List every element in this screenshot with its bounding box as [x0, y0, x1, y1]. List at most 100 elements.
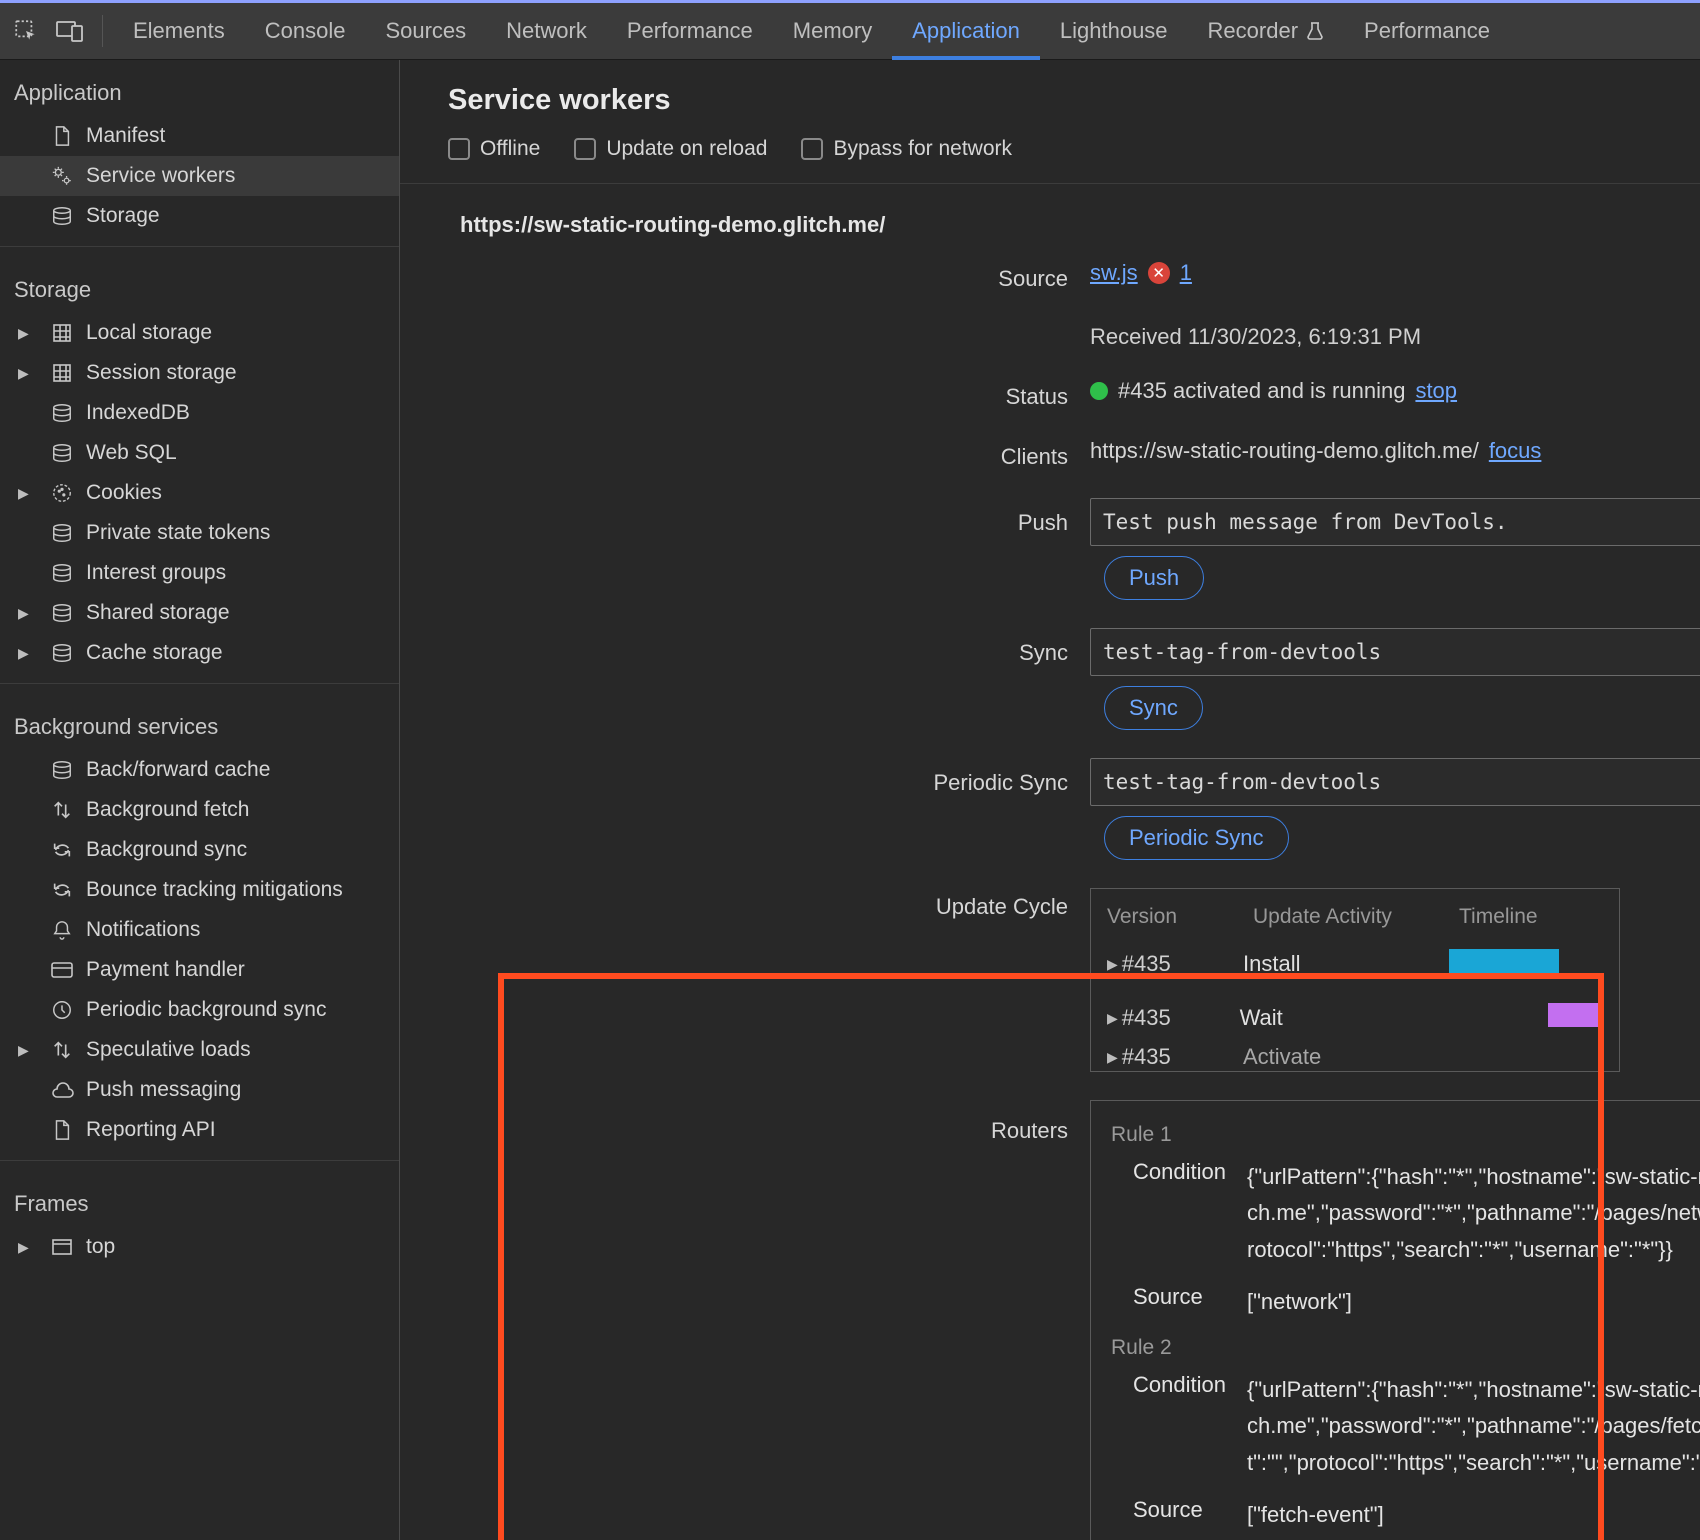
update-cycle-key: Update Cycle — [690, 888, 1090, 920]
sidebar-item-bounce-tracking-mitigations[interactable]: Bounce tracking mitigations — [0, 870, 399, 910]
grid-icon — [48, 363, 76, 383]
update-cycle-row[interactable]: ▶#435Wait — [1103, 991, 1607, 1045]
sidebar-item-manifest[interactable]: Manifest — [0, 116, 399, 156]
sidebar-item-periodic-background-sync[interactable]: Periodic background sync — [0, 990, 399, 1030]
sidebar-item-label: Storage — [86, 204, 160, 228]
offline-label: Offline — [480, 137, 540, 161]
periodic-sync-button[interactable]: Periodic Sync — [1104, 816, 1289, 860]
tab-console[interactable]: Console — [245, 3, 366, 59]
db-icon — [48, 563, 76, 583]
sidebar-item-private-state-tokens[interactable]: Private state tokens — [0, 513, 399, 553]
push-button[interactable]: Push — [1104, 556, 1204, 600]
update-cycle-row[interactable]: ▶#435Activate — [1103, 1045, 1607, 1069]
tab-elements[interactable]: Elements — [113, 3, 245, 59]
sw-client-focus-link[interactable]: focus — [1489, 438, 1542, 464]
tab-recorder[interactable]: Recorder — [1188, 3, 1344, 59]
cloud-icon — [48, 1081, 76, 1099]
tab-network[interactable]: Network — [486, 3, 607, 59]
db-icon — [48, 760, 76, 780]
sidebar-item-label: Manifest — [86, 124, 165, 148]
disclosure-triangle-icon[interactable]: ▶ — [18, 1239, 29, 1256]
sidebar-item-background-fetch[interactable]: Background fetch — [0, 790, 399, 830]
sidebar-item-service-workers[interactable]: Service workers — [0, 156, 399, 196]
devtools-tabbar: ElementsConsoleSourcesNetworkPerformance… — [0, 3, 1700, 60]
disclosure-triangle-icon[interactable]: ▶ — [18, 645, 29, 662]
device-toolbar-icon[interactable] — [48, 9, 92, 53]
sync-tag-input[interactable] — [1090, 628, 1700, 676]
sidebar-item-label: Periodic background sync — [86, 998, 326, 1022]
sidebar-item-session-storage[interactable]: ▶Session storage — [0, 353, 399, 393]
db-icon — [48, 643, 76, 663]
disclosure-triangle-icon[interactable]: ▶ — [18, 325, 29, 342]
sidebar-item-label: Shared storage — [86, 601, 230, 625]
tab-performance[interactable]: Performance — [607, 3, 773, 59]
error-badge-icon[interactable]: ✕ — [1148, 262, 1170, 284]
sync-button[interactable]: Sync — [1104, 686, 1203, 730]
rule-source-value: ["network"] — [1247, 1284, 1700, 1320]
sidebar-item-label: Speculative loads — [86, 1038, 251, 1062]
activity-cell: Install — [1243, 951, 1423, 977]
sidebar-item-cookies[interactable]: ▶ Cookies — [0, 473, 399, 513]
tab-lighthouse[interactable]: Lighthouse — [1040, 3, 1188, 59]
update-on-reload-checkbox[interactable]: Update on reload — [574, 137, 767, 161]
sidebar-item-label: Reporting API — [86, 1118, 216, 1142]
sw-options-row: Offline Update on reload Bypass for netw… — [400, 131, 1700, 184]
sidebar-item-indexeddb[interactable]: IndexedDB — [0, 393, 399, 433]
router-rule-title: Rule 1 — [1111, 1123, 1700, 1147]
sidebar-item-label: Private state tokens — [86, 521, 270, 545]
sidebar-item-web-sql[interactable]: Web SQL — [0, 433, 399, 473]
activity-cell: Wait — [1240, 1005, 1414, 1031]
router-rule-title: Rule 2 — [1111, 1336, 1700, 1360]
tab-performance[interactable]: Performance — [1344, 3, 1510, 59]
disclosure-triangle-icon[interactable]: ▶ — [1107, 1049, 1118, 1066]
tab-memory[interactable]: Memory — [773, 3, 892, 59]
db-icon — [48, 403, 76, 423]
sidebar-item-background-sync[interactable]: Background sync — [0, 830, 399, 870]
sidebar-item-reporting-api[interactable]: Reporting API — [0, 1110, 399, 1150]
sidebar-item-speculative-loads[interactable]: ▶ Speculative loads — [0, 1030, 399, 1070]
sidebar-item-local-storage[interactable]: ▶Local storage — [0, 313, 399, 353]
push-key: Push — [690, 498, 1090, 536]
periodic-sync-tag-input[interactable] — [1090, 758, 1700, 806]
sidebar-group-background-services: Background services — [0, 694, 399, 750]
sidebar-item-payment-handler[interactable]: Payment handler — [0, 950, 399, 990]
update-on-reload-label: Update on reload — [606, 137, 767, 161]
sw-stop-link[interactable]: stop — [1415, 378, 1457, 404]
version-cell: #435 — [1122, 951, 1171, 977]
db-icon — [48, 443, 76, 463]
sidebar-item-storage[interactable]: Storage — [0, 196, 399, 236]
sidebar-item-label: top — [86, 1235, 115, 1259]
disclosure-triangle-icon[interactable]: ▶ — [1107, 956, 1118, 973]
sidebar-item-label: Cookies — [86, 481, 162, 505]
clients-key: Clients — [690, 438, 1090, 470]
sidebar-item-shared-storage[interactable]: ▶ Shared storage — [0, 593, 399, 633]
inspect-icon[interactable] — [4, 9, 48, 53]
disclosure-triangle-icon[interactable]: ▶ — [18, 1042, 29, 1059]
col-version: Version — [1107, 905, 1227, 929]
db-icon — [48, 523, 76, 543]
disclosure-triangle-icon[interactable]: ▶ — [18, 365, 29, 382]
update-cycle-row[interactable]: ▶#435 Install — [1103, 937, 1607, 991]
sidebar-item-interest-groups[interactable]: Interest groups — [0, 553, 399, 593]
service-workers-panel: Service workers Offline Update on reload… — [400, 60, 1700, 1540]
sidebar-item-label: Payment handler — [86, 958, 245, 982]
disclosure-triangle-icon[interactable]: ▶ — [18, 605, 29, 622]
sidebar-item-cache-storage[interactable]: ▶Cache storage — [0, 633, 399, 673]
disclosure-triangle-icon[interactable]: ▶ — [18, 485, 29, 502]
bypass-for-network-checkbox[interactable]: Bypass for network — [801, 137, 1012, 161]
file-icon — [48, 125, 76, 147]
sidebar-item-top[interactable]: ▶ top — [0, 1227, 399, 1267]
sidebar-item-label: Interest groups — [86, 561, 226, 585]
tab-sources[interactable]: Sources — [365, 3, 486, 59]
sw-errors-count[interactable]: 1 — [1180, 260, 1192, 286]
window-icon — [48, 1238, 76, 1256]
sw-source-link[interactable]: sw.js — [1090, 260, 1138, 286]
push-message-input[interactable] — [1090, 498, 1700, 546]
disclosure-triangle-icon[interactable]: ▶ — [1107, 1010, 1118, 1027]
sidebar-item-back-forward-cache[interactable]: Back/forward cache — [0, 750, 399, 790]
cookie-icon — [48, 482, 76, 504]
sidebar-item-notifications[interactable]: Notifications — [0, 910, 399, 950]
sidebar-item-push-messaging[interactable]: Push messaging — [0, 1070, 399, 1110]
tab-application[interactable]: Application — [892, 3, 1040, 59]
offline-checkbox[interactable]: Offline — [448, 137, 540, 161]
